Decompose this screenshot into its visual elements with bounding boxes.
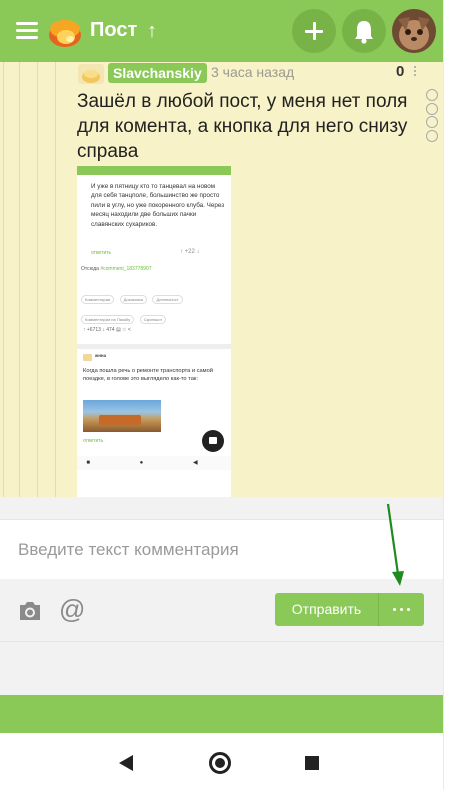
composer-empty-area [0,641,443,695]
screenshot-comment-fab-icon [202,430,224,452]
comment-container: Slavchanskiy 3 часа назад 0 Зашёл в любо… [0,62,443,497]
thread-line [19,62,20,497]
hamburger-icon[interactable] [16,22,38,40]
comment-input[interactable] [0,520,443,579]
comment-rating: 0 [396,63,405,80]
user-avatar[interactable] [392,9,436,53]
comment-menu-icon[interactable] [414,66,418,78]
send-button[interactable]: Отправить [275,593,379,626]
thread-line [3,62,4,497]
pikabu-logo[interactable] [47,15,83,49]
screenshot-votes: ↑ +22 ↓ [180,249,200,255]
home-icon[interactable] [209,752,231,774]
screenshot-comment-reply: ответить [83,438,104,444]
comment-input-box[interactable] [0,519,443,579]
recent-apps-icon[interactable] [305,756,319,770]
composer-top-gap [0,497,443,519]
right-edge [443,0,451,790]
screenshot-tag: Комментарии на Пикабу [81,315,135,324]
screenshot-tag: Доказанка [119,295,147,304]
screenshot-source: Отсюда #comment_183778907 [81,266,152,272]
back-icon[interactable] [119,755,133,771]
screenshot-actions: ↑ +6713 ↓ 474 ▤ ☆ < [83,327,131,333]
thread-nav-dots[interactable] [426,89,440,143]
camera-icon[interactable] [18,601,42,621]
screenshot-tags: Комментарии Доказанка Длиннопост Коммент… [81,288,229,328]
screenshot-tag: Комментарии [81,295,115,304]
bell-icon [355,21,373,44]
thread-line [55,62,56,497]
scroll-up-icon[interactable]: ↑ [147,20,157,43]
comment-author[interactable]: Slavchanskiy [108,63,207,83]
screenshot-text: И уже в пятницу кто то танцевал на новом… [91,183,225,228]
comment-author-avatar[interactable] [78,64,104,84]
more-dots-icon[interactable] [379,593,424,626]
screenshot-tag: Длиннопост [152,295,183,304]
screenshot-source-link: #comment_183778907 [100,266,152,272]
screenshot-reply: ответить [91,250,112,256]
add-post-button[interactable] [292,9,336,53]
at-icon[interactable]: @ [59,594,85,625]
comment-text: Зашёл в любой пост, у меня нет поля для … [77,91,408,162]
screenshot-comment-text: Когда пошла речь о ремонте транспорта и … [83,368,213,382]
screenshot-divider [77,344,231,349]
comment-attached-image[interactable]: И уже в пятницу кто то танцевал на новом… [77,166,231,497]
notifications-button[interactable] [342,9,386,53]
bottom-green-bar [0,695,443,733]
screenshot-photo [83,400,161,432]
screenshot-nav-bar: ■ ● ◀ [77,456,231,470]
page-title: Пост [90,19,138,41]
screenshot-status-bar [77,166,231,175]
thread-line [37,62,38,497]
screenshot-comment-author: жнна [95,353,107,358]
comment-time: 3 часа назад [211,64,295,80]
screenshot-tag: Скриншот [139,315,167,324]
screenshot-comment-avatar [83,354,92,361]
screenshot-source-label: Отсюда [81,266,99,272]
